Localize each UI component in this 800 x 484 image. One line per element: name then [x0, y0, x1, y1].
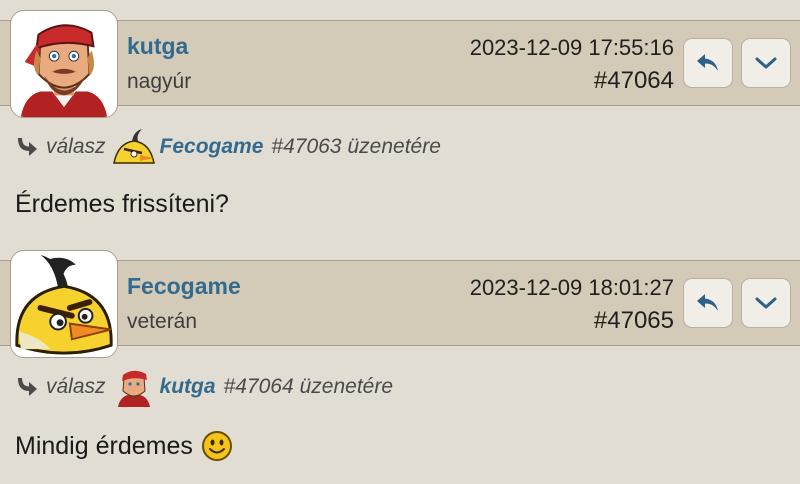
- avatar-mini-kutga: [117, 370, 150, 407]
- avatar-mini-fecogame: [112, 129, 155, 164]
- avatar-kutga[interactable]: [10, 10, 118, 118]
- post-header: [0, 20, 800, 106]
- reply-prefix: válasz: [46, 375, 106, 398]
- reply-arrow-icon: [697, 294, 718, 311]
- more-options-button[interactable]: [741, 38, 791, 88]
- reply-suffix: üzenetére: [299, 375, 394, 398]
- reply-button[interactable]: [683, 38, 733, 88]
- reply-reference[interactable]: válasz kutga #47064 üzenetére: [14, 367, 393, 407]
- reply-post-number[interactable]: #47064: [224, 375, 294, 399]
- post-number[interactable]: #47065: [594, 307, 674, 335]
- avatar-fecogame[interactable]: [10, 250, 118, 358]
- reply-prefix: válasz: [46, 135, 106, 158]
- curved-arrow-icon: [18, 138, 37, 156]
- reply-user[interactable]: kutga: [160, 375, 216, 399]
- post-message: Mindig érdemes: [15, 430, 233, 462]
- post-header: [0, 260, 800, 346]
- post-message: Érdemes frissíteni?: [15, 190, 229, 219]
- curved-arrow-icon: [18, 378, 37, 396]
- reply-reference[interactable]: válasz Fecogame #47063 üzenetére: [14, 127, 441, 167]
- smiley-icon: [201, 431, 232, 461]
- reply-suffix: üzenetére: [347, 135, 441, 158]
- user-rank: nagyúr: [127, 70, 192, 93]
- message-text: Mindig érdemes: [15, 431, 193, 460]
- username[interactable]: Fecogame: [127, 273, 241, 300]
- username[interactable]: kutga: [127, 33, 188, 60]
- reply-arrow-icon: [697, 54, 718, 71]
- reply-post-number[interactable]: #47063: [271, 135, 341, 159]
- message-text: Érdemes frissíteni?: [15, 190, 229, 218]
- more-options-button[interactable]: [741, 278, 791, 328]
- post-date: 2023-12-09 18:01:27: [469, 275, 674, 300]
- reply-button[interactable]: [683, 278, 733, 328]
- user-rank: veterán: [127, 310, 198, 333]
- chevron-down-icon: [755, 57, 777, 69]
- post-number[interactable]: #47064: [594, 67, 674, 95]
- post-date: 2023-12-09 17:55:16: [469, 35, 674, 60]
- reply-user[interactable]: Fecogame: [160, 135, 264, 159]
- chevron-down-icon: [755, 297, 777, 309]
